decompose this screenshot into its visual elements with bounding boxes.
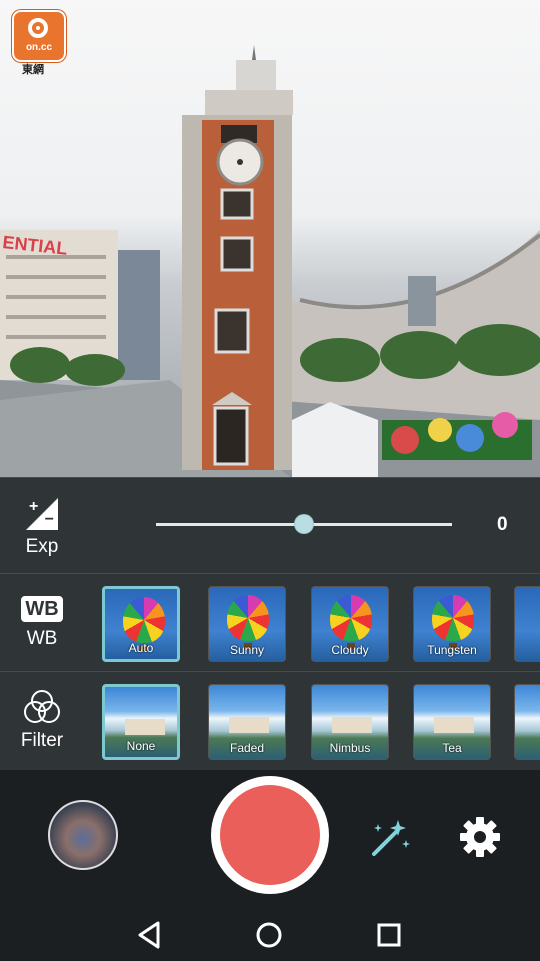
- filter-option-label: Tea: [442, 741, 462, 755]
- magic-wand-icon[interactable]: [368, 816, 412, 860]
- logo-subtext: 東網: [22, 64, 44, 76]
- camera-preview[interactable]: ENTIAL on.cc 東網: [0, 0, 540, 477]
- wb-option-cloudy[interactable]: Cloudy: [311, 586, 389, 662]
- filter-option-faded[interactable]: Faded: [208, 684, 286, 760]
- filter-option-none[interactable]: None: [102, 684, 180, 760]
- filter-row: Filter None Faded Nimbus Tea: [0, 671, 540, 770]
- gear-icon[interactable]: [459, 816, 501, 858]
- balloon-icon: [123, 597, 165, 643]
- filter-option-label: Nimbus: [329, 741, 371, 755]
- wb-option-label: Cloudy: [331, 643, 369, 657]
- balloon-icon: [330, 595, 372, 641]
- white-balance-toggle[interactable]: WB WB: [0, 574, 84, 650]
- filter-options: None Faded Nimbus Tea: [102, 684, 540, 762]
- wb-option-sunny[interactable]: Sunny: [208, 586, 286, 662]
- gallery-thumbnail-icon[interactable]: [48, 800, 118, 870]
- on-cc-logo: on.cc: [12, 10, 66, 62]
- white-balance-label: WB: [26, 628, 58, 649]
- exposure-slider-handle[interactable]: [295, 515, 313, 533]
- filter-option-label: None: [126, 739, 156, 753]
- back-triangle-icon[interactable]: [134, 918, 168, 952]
- exposure-label: Exp: [25, 536, 59, 557]
- filter-option-partial[interactable]: [514, 684, 540, 760]
- filter-circles-icon: [22, 690, 62, 724]
- preview-scene: ENTIAL: [0, 45, 540, 477]
- logo-ring-icon: [28, 18, 48, 38]
- white-balance-row: WB WB Auto Sunny Cloudy Tungsten: [0, 573, 540, 671]
- wb-option-label: Sunny: [229, 643, 265, 657]
- filter-label: Filter: [20, 730, 64, 751]
- exposure-icon: + −: [26, 498, 58, 530]
- wb-option-label: Tungsten: [427, 643, 477, 657]
- home-circle-icon[interactable]: [252, 918, 286, 952]
- exposure-value: 0: [497, 514, 508, 535]
- record-button[interactable]: [211, 776, 329, 894]
- exposure-toggle[interactable]: + − Exp: [0, 478, 84, 558]
- wb-option-auto[interactable]: Auto: [102, 586, 180, 662]
- wb-option-partial[interactable]: [514, 586, 540, 662]
- filter-option-tea[interactable]: Tea: [413, 684, 491, 760]
- filter-option-nimbus[interactable]: Nimbus: [311, 684, 389, 760]
- wb-option-label: Auto: [128, 641, 154, 655]
- wb-badge-icon: WB: [21, 596, 63, 622]
- wb-option-tungsten[interactable]: Tungsten: [413, 586, 491, 662]
- balloon-icon: [227, 595, 269, 641]
- recents-square-icon[interactable]: [372, 918, 406, 952]
- balloon-icon: [432, 595, 474, 641]
- logo-text: on.cc: [25, 42, 53, 53]
- filter-toggle[interactable]: Filter: [0, 672, 84, 752]
- white-balance-options: Auto Sunny Cloudy Tungsten: [102, 586, 540, 664]
- camera-bottom-bar: [0, 770, 540, 961]
- exposure-row: + − Exp 0: [0, 477, 540, 573]
- filter-option-label: Faded: [229, 741, 265, 755]
